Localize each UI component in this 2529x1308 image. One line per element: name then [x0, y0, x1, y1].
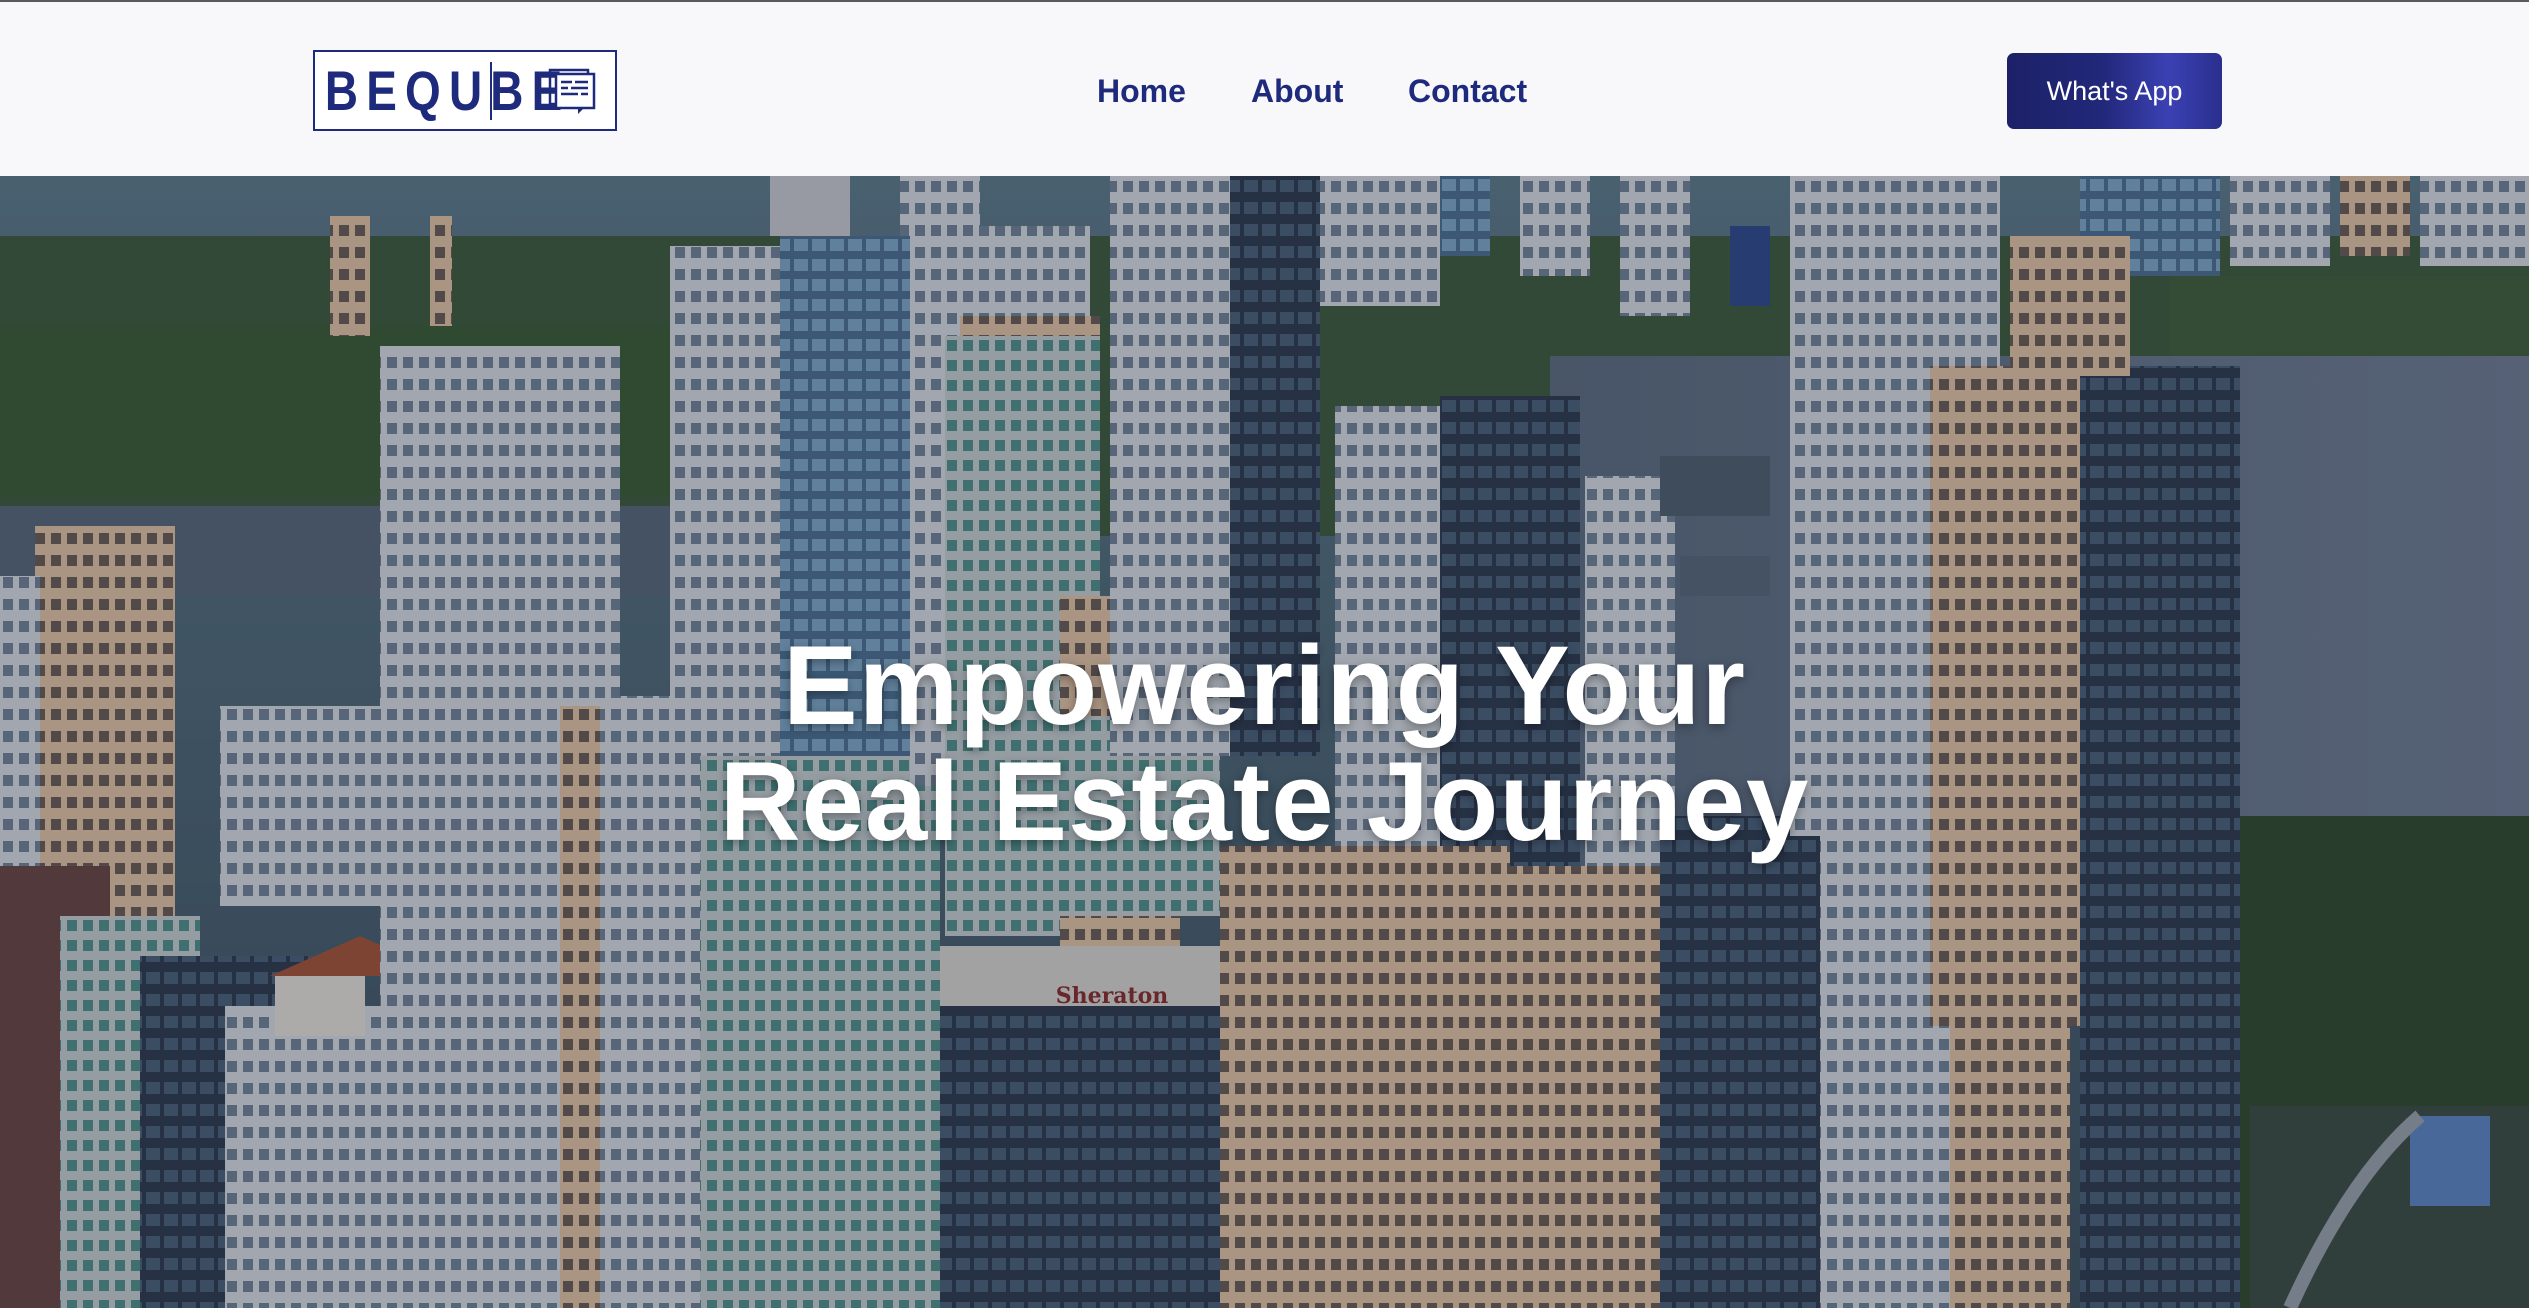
- document-chat-icon: [548, 68, 596, 121]
- logo-text: BEQUBE: [324, 58, 571, 122]
- hero-title: Empowering Your Real Estate Journey: [0, 628, 2529, 860]
- site-header: BEQUBE Home About Contact What's App: [0, 0, 2529, 176]
- hero-title-line2: Real Estate Journey: [719, 739, 1810, 864]
- logo[interactable]: BEQUBE: [313, 50, 617, 131]
- nav-about[interactable]: About: [1251, 64, 1408, 118]
- main-nav: Home About Contact: [1097, 64, 1548, 118]
- whatsapp-button[interactable]: What's App: [2007, 53, 2222, 129]
- page: BEQUBE Home About Contact What's App She…: [0, 0, 2529, 1308]
- hero-section: Sheraton Empowering Your Real Estate Jou…: [0, 176, 2529, 1308]
- nav-home[interactable]: Home: [1097, 64, 1251, 118]
- nav-contact[interactable]: Contact: [1408, 64, 1548, 118]
- logo-divider: [490, 62, 492, 120]
- hero-title-line1: Empowering Your: [783, 623, 1746, 748]
